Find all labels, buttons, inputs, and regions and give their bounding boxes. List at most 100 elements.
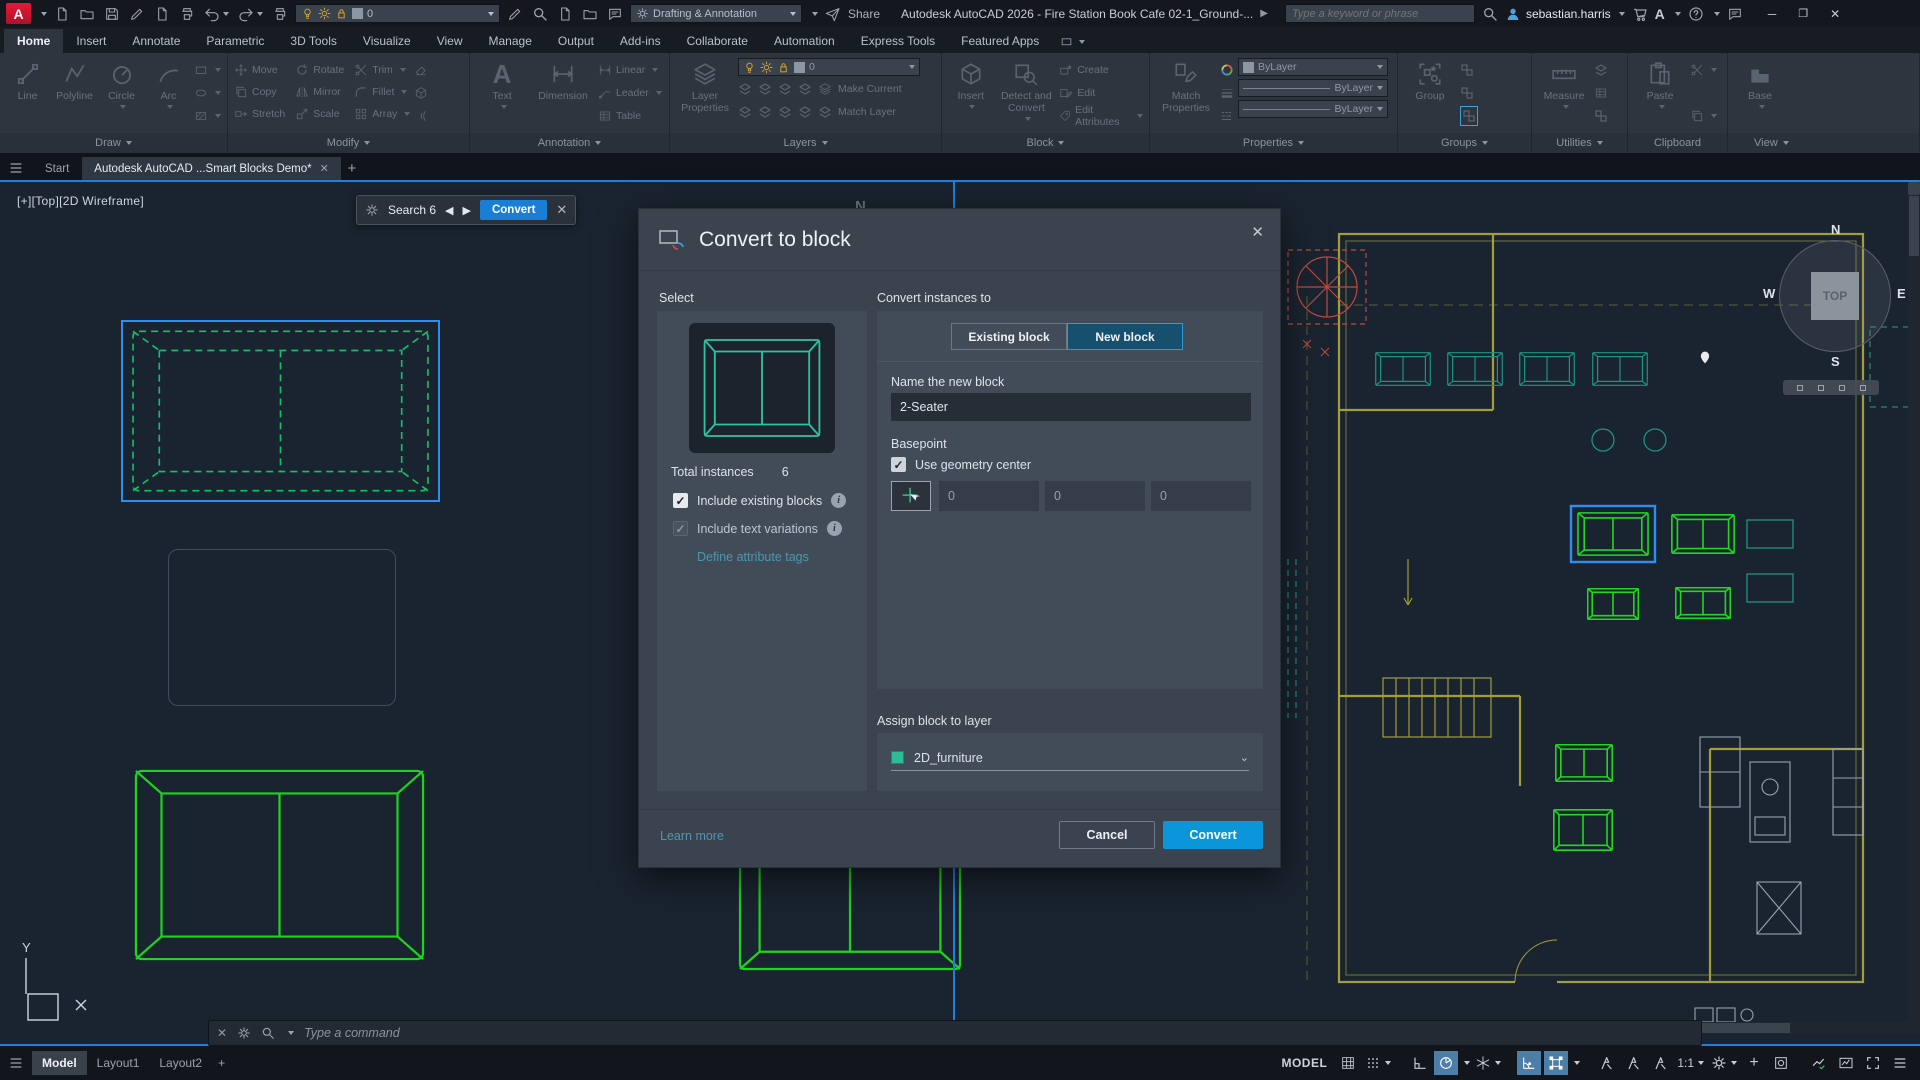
panel-label-layers[interactable]: Layers bbox=[670, 133, 941, 153]
linear-button[interactable]: Linear bbox=[598, 60, 662, 80]
batch-plot-icon[interactable] bbox=[272, 6, 288, 22]
layer-off-icon[interactable] bbox=[738, 82, 752, 96]
dialog-close-icon[interactable]: ✕ bbox=[1251, 223, 1264, 241]
cut-icon[interactable] bbox=[1690, 60, 1717, 80]
vertical-scrollbar[interactable] bbox=[1908, 182, 1920, 1030]
tab-collaborate[interactable]: Collaborate bbox=[674, 29, 761, 53]
basepoint-x-input[interactable] bbox=[939, 481, 1039, 511]
rotate-button[interactable]: Rotate bbox=[295, 60, 344, 80]
layer-freeze-icon[interactable] bbox=[778, 82, 792, 96]
title-arrow-icon[interactable]: ▶ bbox=[1260, 8, 1268, 19]
compass-w[interactable]: W bbox=[1763, 286, 1775, 301]
scale-button[interactable]: Scale bbox=[295, 104, 344, 124]
dialog-title-bar[interactable]: Convert to block bbox=[639, 209, 1280, 271]
restore-button[interactable]: ❐ bbox=[1798, 7, 1808, 20]
trim-button[interactable]: Trim bbox=[354, 60, 410, 80]
feedback-icon[interactable] bbox=[1727, 6, 1743, 22]
sheetset-icon[interactable] bbox=[557, 6, 573, 22]
close-button[interactable]: ✕ bbox=[1830, 7, 1840, 21]
open-file-icon[interactable] bbox=[79, 6, 95, 22]
user-account[interactable]: sebastian.harris bbox=[1505, 6, 1625, 22]
customization-menu-icon[interactable] bbox=[1888, 1051, 1912, 1075]
rectangle-button[interactable] bbox=[194, 60, 221, 80]
new-drawing-tab-button[interactable]: + bbox=[342, 158, 362, 178]
cancel-button[interactable]: Cancel bbox=[1059, 821, 1155, 849]
quick-calc-icon[interactable] bbox=[1594, 83, 1608, 103]
share-icon[interactable] bbox=[825, 6, 841, 22]
match-layer-label[interactable]: Match Layer bbox=[838, 106, 896, 118]
layout1-tab[interactable]: Layout1 bbox=[87, 1051, 150, 1075]
use-geometry-center-checkbox[interactable]: ✓ bbox=[891, 457, 906, 472]
toolbar-convert-button[interactable]: Convert bbox=[480, 200, 547, 220]
ribbon-display-toggle[interactable] bbox=[1060, 35, 1085, 53]
command-close-icon[interactable]: ✕ bbox=[217, 1026, 227, 1040]
layer-unisolate-icon[interactable] bbox=[758, 105, 772, 119]
array-button[interactable]: Array bbox=[354, 104, 410, 124]
next-instance-button[interactable]: ▶ bbox=[463, 204, 471, 217]
basepoint-y-input[interactable] bbox=[1045, 481, 1145, 511]
layer-state-icon[interactable] bbox=[507, 6, 523, 22]
learn-more-link[interactable]: Learn more bbox=[660, 829, 724, 843]
tab-featured-apps[interactable]: Featured Apps bbox=[948, 29, 1052, 53]
include-existing-checkbox[interactable]: ✓ bbox=[673, 493, 688, 508]
minimize-button[interactable]: ─ bbox=[1768, 7, 1777, 21]
panel-label-modify[interactable]: Modify bbox=[228, 133, 469, 153]
match-layer-icon[interactable] bbox=[818, 105, 832, 119]
autocad-logo[interactable]: A bbox=[6, 3, 31, 24]
green-sofa-drawing[interactable] bbox=[132, 767, 427, 963]
convert-button[interactable]: Convert bbox=[1163, 821, 1263, 849]
tab-add-ins[interactable]: Add-ins bbox=[607, 29, 674, 53]
id-point-icon[interactable] bbox=[1594, 106, 1608, 126]
explode-button[interactable] bbox=[414, 83, 428, 103]
leader-button[interactable]: Leader bbox=[598, 83, 662, 103]
match-properties-button[interactable]: Match Properties bbox=[1156, 58, 1216, 114]
close-drawing-tab-icon[interactable]: ✕ bbox=[320, 162, 329, 175]
markup-icon[interactable] bbox=[607, 6, 623, 22]
app-menu-caret-icon[interactable] bbox=[41, 12, 47, 16]
file-tabs-menu-icon[interactable] bbox=[8, 160, 24, 176]
tab-annotate[interactable]: Annotate bbox=[119, 29, 193, 53]
polyline-button[interactable]: Polyline bbox=[53, 58, 96, 102]
lineweight-combo[interactable]: ByLayer bbox=[1238, 79, 1388, 97]
use-geometry-center-label[interactable]: Use geometry center bbox=[915, 458, 1031, 472]
panel-label-properties[interactable]: Properties bbox=[1150, 133, 1397, 153]
viewport-controls-label[interactable]: [+][Top][2D Wireframe] bbox=[17, 194, 144, 208]
layer-dropdown[interactable]: 2D_furniture ⌄ bbox=[891, 745, 1249, 771]
compass-n[interactable]: N bbox=[1831, 222, 1840, 237]
existing-block-toggle[interactable]: Existing block bbox=[951, 323, 1067, 350]
search-icon[interactable] bbox=[1482, 6, 1498, 22]
panel-label-clipboard[interactable]: Clipboard bbox=[1628, 133, 1727, 153]
annotation-scale-button[interactable] bbox=[1648, 1051, 1672, 1075]
linetype-icon[interactable] bbox=[1220, 106, 1234, 126]
ribbon-layer-combo[interactable]: 0 bbox=[738, 58, 920, 76]
quick-select-icon[interactable] bbox=[1594, 60, 1608, 80]
ortho-toggle[interactable] bbox=[1407, 1051, 1431, 1075]
model-space-badge[interactable]: MODEL bbox=[1281, 1056, 1327, 1070]
group-edit-icon[interactable] bbox=[1460, 83, 1478, 103]
app-store-cart-icon[interactable] bbox=[1632, 6, 1648, 22]
object-snap-toggle[interactable] bbox=[1544, 1051, 1568, 1075]
group-selection-toggle-icon[interactable] bbox=[1460, 106, 1478, 126]
include-existing-label[interactable]: Include existing blocks bbox=[697, 494, 822, 508]
ungroup-icon[interactable] bbox=[1460, 60, 1478, 80]
color-combo[interactable]: ByLayer bbox=[1238, 58, 1388, 76]
tab-parametric[interactable]: Parametric bbox=[193, 29, 277, 53]
annotation-visibility-toggle[interactable] bbox=[1594, 1051, 1618, 1075]
layer-properties-button[interactable]: Layer Properties bbox=[676, 58, 734, 114]
layer-lock-icon[interactable] bbox=[798, 82, 812, 96]
edit-attributes-button[interactable]: Edit Attributes bbox=[1059, 106, 1143, 126]
hardware-acceleration-toggle[interactable] bbox=[1834, 1051, 1858, 1075]
workspace-combo[interactable]: Drafting & Annotation bbox=[630, 4, 802, 23]
fillet-button[interactable]: Fillet bbox=[354, 82, 410, 102]
status-menu-icon[interactable] bbox=[8, 1055, 24, 1071]
isolate-objects-toggle[interactable] bbox=[1769, 1051, 1793, 1075]
erase-button[interactable] bbox=[414, 60, 428, 80]
compass-s[interactable]: S bbox=[1831, 354, 1840, 369]
workspace-switch-gear-icon[interactable] bbox=[1709, 1051, 1739, 1075]
tab-insert[interactable]: Insert bbox=[63, 29, 119, 53]
include-existing-info-icon[interactable]: i bbox=[831, 493, 846, 508]
insert-block-button[interactable]: Insert bbox=[948, 58, 993, 109]
tab-view[interactable]: View bbox=[424, 29, 476, 53]
measure-button[interactable]: Measure bbox=[1538, 58, 1590, 109]
define-attribute-tags-link[interactable]: Define attribute tags bbox=[697, 550, 809, 564]
